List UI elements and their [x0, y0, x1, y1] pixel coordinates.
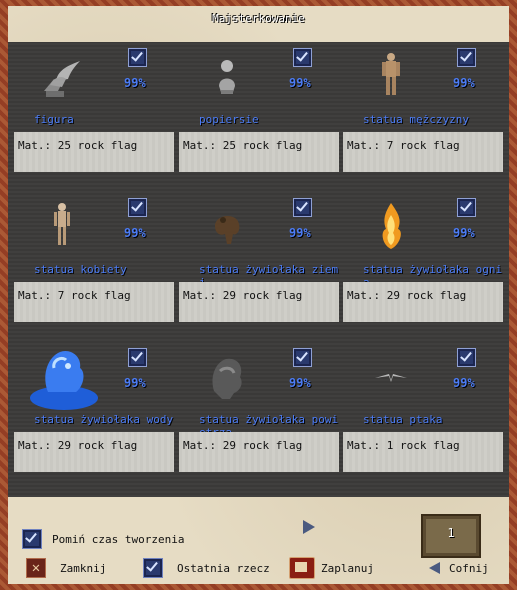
item-name: statua żywiołaka wody — [34, 413, 174, 426]
material-panel: Mat.: 7 rock flag — [343, 132, 503, 172]
material-text: Mat.: 29 rock flag — [347, 289, 467, 302]
success-percent: 99% — [124, 76, 146, 90]
item-cell[interactable]: 99% statua kobiety Mat.: 7 rock flag — [14, 192, 174, 338]
item-cell[interactable]: 99% statua żywiołaka powietrza Mat.: 29 … — [179, 342, 339, 488]
craft-checkbox[interactable] — [457, 198, 476, 217]
skip-time-checkbox[interactable] — [22, 529, 42, 549]
material-text: Mat.: 29 rock flag — [18, 439, 138, 452]
water-elemental-icon — [24, 342, 104, 412]
success-percent: 99% — [289, 76, 311, 90]
air-elemental-icon — [197, 348, 257, 403]
material-text: Mat.: 1 rock flag — [347, 439, 460, 452]
item-name: figura — [34, 113, 74, 126]
item-grid: 99% figura Mat.: 25 rock flag 99% popier… — [8, 42, 509, 497]
item-cell[interactable]: 99% statua żywiołaka wody Mat.: 29 rock … — [14, 342, 174, 488]
last-item-label: Ostatnia rzecz — [177, 562, 270, 575]
craft-checkbox[interactable] — [293, 48, 312, 67]
item-name: popiersie — [199, 113, 259, 126]
close-icon[interactable]: ✕ — [26, 558, 46, 578]
amount-value: 1 — [447, 526, 455, 540]
success-percent: 99% — [289, 376, 311, 390]
close-button[interactable]: Zamknij — [60, 562, 106, 575]
male-statue-icon — [361, 48, 421, 103]
earth-elemental-icon — [197, 198, 257, 253]
window-title: Majsterkowanie — [212, 12, 305, 25]
bottom-controls: Pomiń czas tworzenia 1 ✕ Zamknij Ostatni… — [8, 500, 509, 584]
material-text: Mat.: 29 rock flag — [183, 439, 303, 452]
material-text: Mat.: 25 rock flag — [183, 139, 303, 152]
next-arrow-icon[interactable] — [303, 520, 315, 534]
plan-button[interactable]: Zaplanuj — [321, 562, 374, 575]
material-panel: Mat.: 1 rock flag — [343, 432, 503, 472]
item-cell[interactable]: 99% popiersie Mat.: 25 rock flag — [179, 42, 339, 188]
craft-checkbox[interactable] — [128, 348, 147, 367]
skip-time-label: Pomiń czas tworzenia — [52, 533, 185, 546]
success-percent: 99% — [453, 376, 475, 390]
success-percent: 99% — [124, 226, 146, 240]
bust-icon — [197, 48, 257, 103]
material-panel: Mat.: 29 rock flag — [179, 432, 339, 472]
item-cell[interactable]: 99% statua żywiołaka ognia Mat.: 29 rock… — [343, 192, 503, 338]
item-name: statua ptaka — [363, 413, 443, 426]
success-percent: 99% — [453, 76, 475, 90]
success-percent: 99% — [453, 226, 475, 240]
fire-elemental-icon — [361, 198, 421, 253]
item-name: statua mężczyzny — [363, 113, 469, 126]
item-cell[interactable]: 99% statua mężczyzny Mat.: 7 rock flag — [343, 42, 503, 188]
item-cell[interactable]: 99% statua żywiołaka ziemi Mat.: 29 rock… — [179, 192, 339, 338]
item-cell[interactable]: 99% statua ptaka Mat.: 1 rock flag — [343, 342, 503, 488]
female-statue-icon — [32, 198, 92, 253]
material-panel: Mat.: 29 rock flag — [179, 282, 339, 322]
craft-checkbox[interactable] — [293, 198, 312, 217]
material-text: Mat.: 29 rock flag — [183, 289, 303, 302]
material-panel: Mat.: 25 rock flag — [179, 132, 339, 172]
material-text: Mat.: 25 rock flag — [18, 139, 138, 152]
material-panel: Mat.: 29 rock flag — [343, 282, 503, 322]
bird-icon — [361, 348, 421, 403]
material-panel: Mat.: 25 rock flag — [14, 132, 174, 172]
bird-statue-icon — [32, 48, 92, 103]
material-text: Mat.: 7 rock flag — [347, 139, 460, 152]
craft-checkbox[interactable] — [457, 348, 476, 367]
success-percent: 99% — [289, 226, 311, 240]
craft-checkbox[interactable] — [128, 198, 147, 217]
material-panel: Mat.: 7 rock flag — [14, 282, 174, 322]
material-panel: Mat.: 29 rock flag — [14, 432, 174, 472]
item-name: statua kobiety — [34, 263, 127, 276]
success-percent: 99% — [124, 376, 146, 390]
material-text: Mat.: 7 rock flag — [18, 289, 131, 302]
back-arrow-icon[interactable] — [429, 562, 440, 574]
plan-icon[interactable] — [289, 557, 315, 579]
craft-checkbox[interactable] — [457, 48, 476, 67]
last-item-checkbox[interactable] — [143, 558, 163, 578]
craft-checkbox[interactable] — [128, 48, 147, 67]
amount-box[interactable]: 1 — [421, 514, 481, 558]
back-button[interactable]: Cofnij — [449, 562, 489, 575]
craft-checkbox[interactable] — [293, 348, 312, 367]
item-cell[interactable]: 99% figura Mat.: 25 rock flag — [14, 42, 174, 188]
